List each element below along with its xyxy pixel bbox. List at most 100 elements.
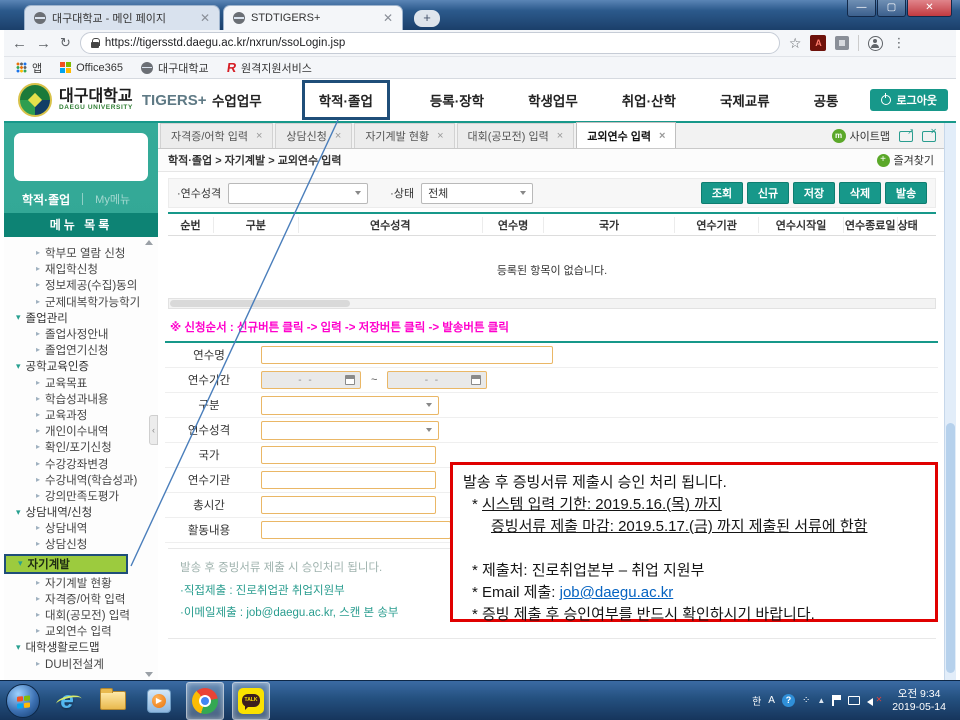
tab-close-icon[interactable]: ✕	[200, 12, 210, 24]
forward-button[interactable]: →	[36, 36, 51, 51]
url-bar[interactable]: https://tigersstd.daegu.ac.kr/nxrun/ssoL…	[80, 32, 780, 54]
add-favorite-button[interactable]: + 즐겨찾기	[877, 152, 934, 168]
tab-close-icon[interactable]: ×	[256, 130, 262, 142]
sidebar-menu-item[interactable]: 학습성과내용	[4, 391, 158, 407]
tab-close-icon[interactable]: ×	[557, 130, 563, 142]
sidebar-menu-item[interactable]: 교외연수 입력	[4, 623, 158, 639]
start-date-picker[interactable]: - -	[261, 371, 361, 389]
new-button[interactable]: 신규	[747, 182, 789, 204]
sidebar-menu-item[interactable]: 수강강좌변경	[4, 455, 158, 471]
help-icon[interactable]: ?	[782, 694, 795, 707]
volume-muted-icon[interactable]	[867, 695, 881, 706]
training-nature-form-select[interactable]	[261, 421, 439, 440]
tab-close-icon[interactable]: ✕	[383, 12, 393, 24]
browser-tab[interactable]: STDTIGERS+ ✕	[223, 5, 403, 30]
tray-misc-icon[interactable]: ⁘	[802, 695, 810, 706]
scroll-up-icon[interactable]	[145, 240, 153, 245]
sidebar-menu-item[interactable]: 교육목표	[4, 375, 158, 391]
taskbar-clock[interactable]: 오전 9:34 2019-05-14	[888, 688, 952, 714]
send-button[interactable]: 발송	[885, 182, 927, 204]
workspace-tab[interactable]: 자격증/어학 입력 ×	[160, 123, 273, 148]
action-center-flag-icon[interactable]	[832, 695, 841, 706]
profile-icon[interactable]	[868, 36, 883, 51]
global-nav-item[interactable]: 학생업무	[524, 83, 582, 117]
bookmark-apps[interactable]: 앱	[16, 60, 42, 76]
sidebar-menu-item[interactable]: 교육과정	[4, 407, 158, 423]
sidebar-tab-mymenu[interactable]: My메뉴	[95, 191, 130, 207]
scrollbar-thumb[interactable]	[170, 300, 350, 307]
end-date-picker[interactable]: - -	[387, 371, 487, 389]
media-player-icon[interactable]: ▶	[140, 682, 178, 720]
ime-korean-icon[interactable]: 한	[752, 693, 761, 708]
status-select[interactable]: 전체	[421, 183, 533, 204]
tab-close-icon[interactable]: ×	[437, 130, 443, 142]
tab-close-icon[interactable]: ×	[335, 130, 341, 142]
sidebar-menu-item[interactable]: 상담내역/신청	[4, 504, 158, 520]
vertical-scrollbar[interactable]	[944, 123, 956, 680]
email-link[interactable]: job@daegu.ac.kr	[560, 584, 674, 601]
back-button[interactable]: ←	[12, 36, 27, 51]
global-nav-item[interactable]: 등록·장학	[426, 83, 488, 117]
total-hours-input[interactable]	[261, 496, 436, 514]
extension-icon[interactable]	[835, 36, 849, 50]
internet-explorer-icon[interactable]: e	[48, 682, 86, 720]
reload-button[interactable]: ↻	[60, 35, 71, 51]
sidebar-menu-item[interactable]: 상담신청	[4, 536, 158, 552]
bookmark-university[interactable]: 대구대학교	[141, 60, 209, 76]
browser-tab[interactable]: 대구대학교 - 메인 페이지 ✕	[24, 5, 220, 30]
sidebar-menu-item[interactable]: 대회(공모전) 입력	[4, 607, 158, 623]
bookmark-remote-support[interactable]: R 원격지원서비스	[227, 60, 312, 76]
training-nature-select[interactable]	[228, 183, 368, 204]
global-nav-item[interactable]: 학적·졸업	[302, 80, 390, 120]
global-nav-item[interactable]: 국제교류	[716, 83, 774, 117]
sidebar-menu-item[interactable]: 공학교육인증	[4, 358, 158, 374]
sidebar-menu-item[interactable]: 학부모 열람 신청	[4, 245, 158, 261]
chrome-icon[interactable]	[186, 682, 224, 720]
start-button[interactable]	[6, 684, 40, 718]
global-nav-item[interactable]: 공통	[810, 83, 843, 117]
category-select[interactable]	[261, 396, 439, 415]
sidebar-menu-item[interactable]: 수강내역(학습성과)	[4, 472, 158, 488]
sidebar-menu-item[interactable]: 졸업관리	[4, 310, 158, 326]
sidebar-menu-item[interactable]: DU비전설계	[4, 656, 158, 672]
sidebar-menu-item[interactable]: 자기계발 현황	[4, 575, 158, 591]
scroll-down-icon[interactable]	[145, 672, 153, 677]
calendar-icon[interactable]	[345, 375, 355, 385]
workspace-tab[interactable]: 상담신청 ×	[275, 123, 352, 148]
show-hidden-icons[interactable]: ▲	[817, 696, 825, 705]
kakaotalk-icon[interactable]: TALK	[232, 682, 270, 720]
save-button[interactable]: 저장	[793, 182, 835, 204]
scrollbar-thumb[interactable]	[946, 423, 955, 673]
sidebar-menu-item[interactable]: 자격증/어학 입력	[4, 591, 158, 607]
activity-input[interactable]	[261, 521, 451, 539]
sidebar-menu-item[interactable]: 졸업연기신청	[4, 342, 158, 358]
institution-input[interactable]	[261, 471, 436, 489]
browser-menu-icon[interactable]: ⋮	[892, 35, 905, 51]
logout-button[interactable]: 로그아웃	[870, 89, 948, 111]
new-tab-button[interactable]: +	[414, 10, 440, 27]
calendar-icon[interactable]	[471, 375, 481, 385]
sidebar-menu-item[interactable]: 정보제공(수집)동의	[4, 277, 158, 293]
pdf-extension-icon[interactable]: A	[810, 35, 826, 51]
workspace-tab[interactable]: 교외연수 입력 ×	[576, 122, 676, 148]
sidebar-menu-item[interactable]: 확인/포기신청	[4, 439, 158, 455]
ime-latin-icon[interactable]: A	[768, 695, 775, 706]
close-all-windows-icon[interactable]	[922, 131, 936, 142]
close-button[interactable]: ✕	[907, 0, 952, 17]
sidebar-tab-academics[interactable]: 학적·졸업	[4, 191, 70, 208]
country-input[interactable]	[261, 446, 436, 464]
workspace-tab[interactable]: 자기계발 현황 ×	[354, 123, 454, 148]
sidebar-menu-item[interactable]: 강의만족도평가	[4, 488, 158, 504]
sidebar-menu-item[interactable]: 대학생활로드맵	[4, 639, 158, 655]
sidebar-menu-item[interactable]: 개인이수내역	[4, 423, 158, 439]
sidebar-collapse-handle[interactable]: ‹	[149, 415, 158, 445]
open-window-icon[interactable]	[899, 131, 913, 142]
file-explorer-icon[interactable]	[94, 682, 132, 720]
workspace-tab[interactable]: 대회(공모전) 입력 ×	[457, 123, 575, 148]
sidebar-menu-item[interactable]: 자기계발	[4, 554, 128, 574]
delete-button[interactable]: 삭제	[839, 182, 881, 204]
sidebar-menu-item[interactable]: 상담내역	[4, 520, 158, 536]
bookmark-office365[interactable]: Office365	[60, 62, 123, 74]
global-nav-item[interactable]: 수업업무	[208, 83, 266, 117]
maximize-button[interactable]: ▢	[877, 0, 906, 17]
